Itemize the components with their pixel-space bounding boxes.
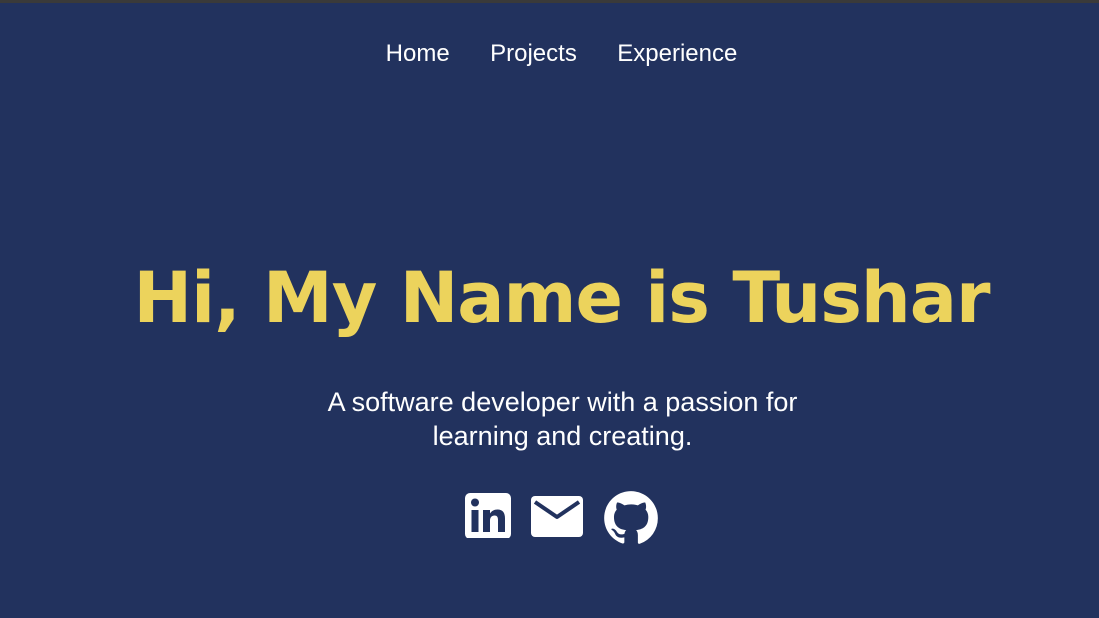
mail-icon xyxy=(530,496,583,537)
github-icon xyxy=(603,491,658,544)
linkedin-link[interactable] xyxy=(464,490,511,546)
nav-link-home[interactable]: Home xyxy=(386,38,450,70)
hero-title: Hi, My Name is Tushar xyxy=(133,257,991,339)
window-top-border xyxy=(0,0,1099,3)
mail-link[interactable] xyxy=(530,490,583,546)
social-links xyxy=(0,490,1099,546)
hero-subtitle: A software developer with a passion for … xyxy=(327,387,798,451)
linkedin-icon xyxy=(464,493,511,538)
nav-link-experience[interactable]: Experience xyxy=(617,38,737,70)
github-link[interactable] xyxy=(603,490,659,546)
main-nav: Home Projects Experience xyxy=(0,38,1099,70)
nav-link-projects[interactable]: Projects xyxy=(490,38,577,70)
